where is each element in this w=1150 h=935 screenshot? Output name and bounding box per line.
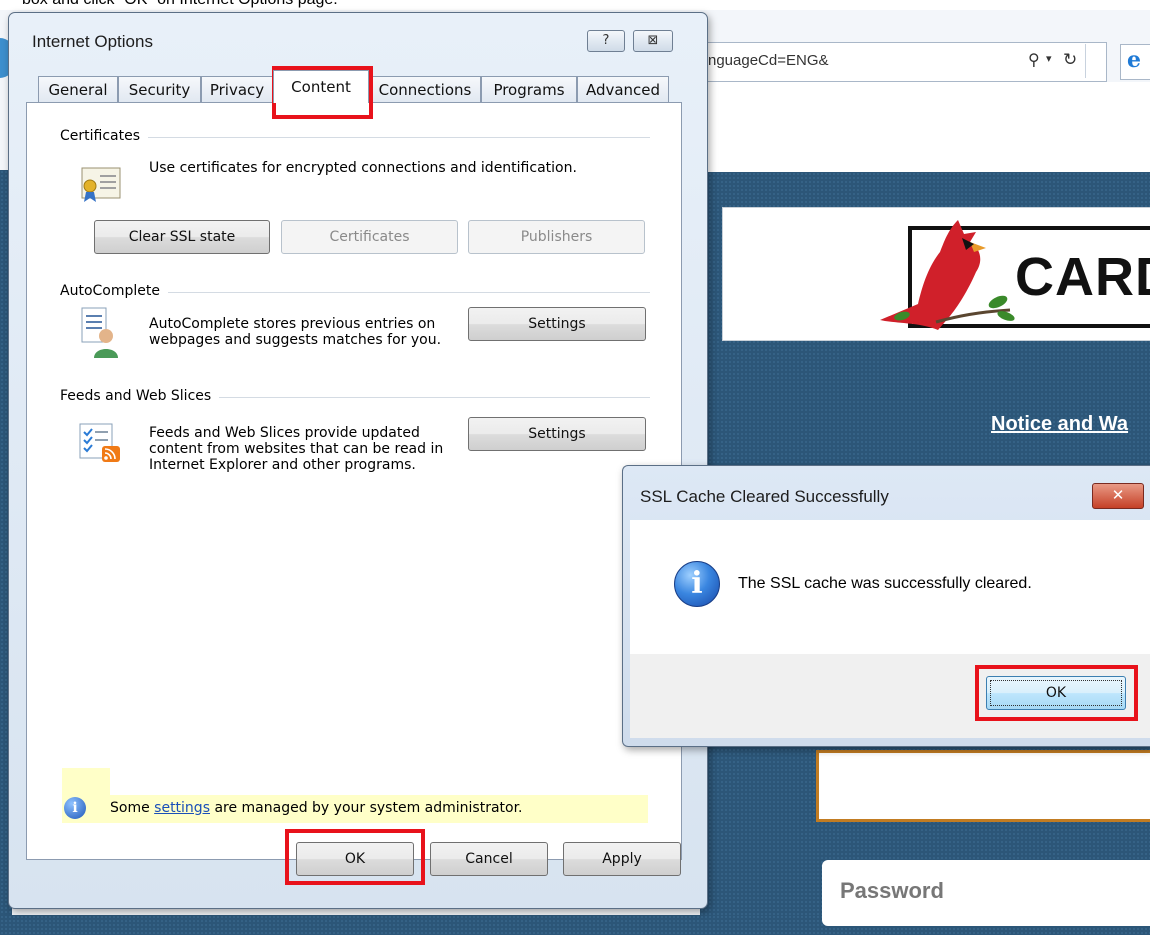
address-bar-url[interactable]: nguageCd=ENG& <box>708 52 829 69</box>
feeds-settings-button[interactable]: Settings <box>468 417 646 451</box>
document-instruction-text: box and click “OK” on Internet Options p… <box>22 0 338 9</box>
highlight-ssl-ok-button <box>975 665 1138 721</box>
browser-tab[interactable]: e <box>1120 44 1150 80</box>
certificates-divider <box>60 137 650 138</box>
help-button[interactable]: ? <box>587 30 625 52</box>
browser-toolbar-area <box>700 82 1150 172</box>
ssl-dialog-title: SSL Cache Cleared Successfully <box>640 487 889 506</box>
tab-security[interactable]: Security <box>118 76 201 102</box>
feeds-description: Feeds and Web Slices provide updated con… <box>149 425 444 473</box>
certificate-icon <box>81 167 121 202</box>
address-bar-divider <box>1085 44 1086 78</box>
ssl-message: The SSL cache was successfully cleared. <box>738 575 1032 592</box>
tab-privacy[interactable]: Privacy <box>201 76 273 102</box>
autocomplete-group-label: AutoComplete <box>60 283 168 299</box>
password-placeholder: Password <box>840 878 944 903</box>
publishers-button[interactable]: Publishers <box>468 220 645 254</box>
notice-and-warning-link[interactable]: Notice and Wa <box>991 413 1128 436</box>
autocomplete-description: AutoComplete stores previous entries on … <box>149 316 442 348</box>
tab-connections[interactable]: Connections <box>369 76 481 102</box>
autocomplete-settings-button[interactable]: Settings <box>468 307 646 341</box>
admin-notice-prefix: Some <box>110 800 155 816</box>
close-icon: ✕ <box>1111 486 1125 504</box>
feeds-group-label: Feeds and Web Slices <box>60 388 220 404</box>
tab-advanced[interactable]: Advanced <box>577 76 669 102</box>
refresh-icon[interactable]: ↻ <box>1063 50 1077 70</box>
tab-content[interactable]: Content <box>273 70 369 103</box>
chevron-down-icon[interactable]: ▾ <box>1046 52 1052 65</box>
settings-link[interactable]: settings <box>154 800 210 816</box>
tab-general[interactable]: General <box>38 76 118 102</box>
ssl-close-button[interactable]: ✕ <box>1092 483 1144 509</box>
certificates-button[interactable]: Certificates <box>281 220 458 254</box>
cardinal-bird-icon <box>880 220 1015 330</box>
tab-programs[interactable]: Programs <box>481 76 577 102</box>
clear-ssl-state-button[interactable]: Clear SSL state <box>94 220 270 254</box>
feeds-icon <box>79 423 120 462</box>
certificates-group-label: Certificates <box>60 128 149 144</box>
site-logo-text: CARD <box>1015 247 1150 307</box>
ie-logo-icon: e <box>1127 47 1141 73</box>
certificates-description: Use certificates for encrypted connectio… <box>149 160 577 176</box>
admin-notice-suffix: are managed by your system administrator… <box>210 800 523 816</box>
information-icon: i <box>674 561 720 607</box>
cancel-button[interactable]: Cancel <box>430 842 548 876</box>
close-button[interactable]: ⊠ <box>633 30 673 52</box>
username-field[interactable] <box>816 750 1150 822</box>
dialog-title: Internet Options <box>32 32 153 51</box>
close-icon: ⊠ <box>647 33 659 48</box>
admin-notice-highlight-tab <box>62 768 110 796</box>
search-icon[interactable]: ⚲ <box>1028 50 1040 69</box>
content-tab-panel <box>26 102 682 860</box>
autocomplete-icon <box>81 307 118 358</box>
highlight-ok-button <box>285 829 425 885</box>
apply-button[interactable]: Apply <box>563 842 681 876</box>
admin-notice-text: Some settings are managed by your system… <box>110 800 523 816</box>
info-icon: i <box>64 797 86 819</box>
help-icon: ? <box>602 33 610 48</box>
document-instruction-strip: box and click “OK” on Internet Options p… <box>0 0 1150 10</box>
